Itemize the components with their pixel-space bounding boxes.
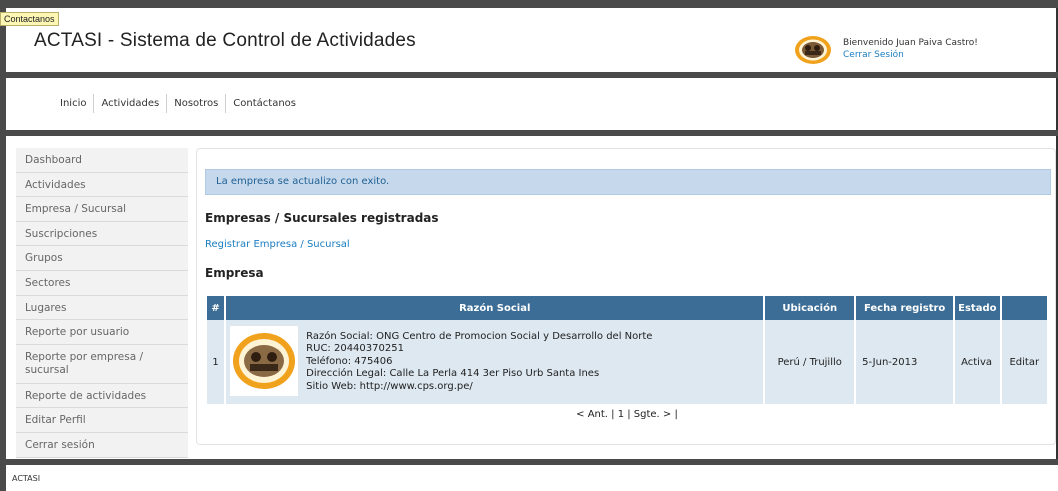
company-telefono: Teléfono: 475406: [306, 355, 393, 367]
body-panel: Dashboard Actividades Empresa / Sucursal…: [6, 136, 1058, 459]
nav-item-actividades[interactable]: Actividades: [93, 94, 166, 113]
row-fecha: 5-Jun-2013: [855, 320, 956, 404]
company-razon: Razón Social: ONG Centro de Promocion So…: [306, 330, 653, 342]
edit-link[interactable]: Editar: [1000, 320, 1047, 404]
sidebar-item-reporte-usuario[interactable]: Reporte por usuario: [16, 320, 188, 345]
header: ACTASI - Sistema de Control de Actividad…: [6, 8, 1058, 72]
row-estado: Activa: [954, 320, 1002, 404]
col-header-razon[interactable]: Razón Social: [225, 296, 766, 320]
footer-text: ACTASI: [12, 474, 41, 483]
col-header-fecha[interactable]: Fecha registro: [855, 296, 956, 320]
nav-item-contactanos[interactable]: Contáctanos: [225, 94, 303, 113]
company-subtitle: Empresa: [205, 266, 264, 280]
nav-item-inicio[interactable]: Inicio: [54, 94, 93, 113]
section-title: Empresas / Sucursales registradas: [205, 211, 439, 225]
footer: ACTASI: [6, 465, 1058, 491]
company-table: # Razón Social Ubicación Fecha registro …: [207, 296, 1047, 404]
sidebar-item-grupos[interactable]: Grupos: [16, 246, 188, 271]
top-nav: Inicio Actividades Nosotros Contáctanos: [6, 78, 1058, 130]
sidebar-item-reporte-empresa[interactable]: Reporte por empresa / sucursal: [16, 344, 188, 384]
company-direccion: Dirección Legal: Calle La Perla 414 3er …: [306, 368, 600, 380]
sidebar-item-lugares[interactable]: Lugares: [16, 295, 188, 321]
contact-tooltip: Contactanos: [0, 12, 59, 26]
col-header-num[interactable]: #: [207, 296, 227, 320]
sidebar-item-dashboard[interactable]: Dashboard: [16, 148, 188, 173]
nav-item-nosotros[interactable]: Nosotros: [166, 94, 225, 113]
app-title: ACTASI - Sistema de Control de Actividad…: [34, 30, 416, 51]
sidebar-item-editar-perfil[interactable]: Editar Perfil: [16, 408, 188, 433]
logout-link[interactable]: Cerrar Sesión: [843, 49, 978, 61]
sidebar-item-empresa-sucursal[interactable]: Empresa / Sucursal: [16, 197, 188, 222]
company-web: Sitio Web: http://www.cps.org.pe/: [306, 380, 473, 392]
main-content: La empresa se actualizo con exito. Empre…: [196, 148, 1056, 445]
table-row: 1 Razón Social: ONG Centro de Promocion …: [207, 320, 1047, 404]
sidebar-item-actividades[interactable]: Actividades: [16, 172, 188, 198]
row-razon-cell: Razón Social: ONG Centro de Promocion So…: [225, 320, 766, 404]
sidebar: Dashboard Actividades Empresa / Sucursal…: [16, 148, 188, 458]
success-alert: La empresa se actualizo con exito.: [205, 169, 1051, 195]
row-ubicacion: Perú / Trujillo: [764, 320, 857, 404]
row-num: 1: [207, 320, 227, 404]
sidebar-item-reporte-actividades[interactable]: Reporte de actividades: [16, 383, 188, 409]
sidebar-item-cerrar-sesion[interactable]: Cerrar sesión: [16, 432, 188, 458]
company-ruc: RUC: 20440370251: [306, 343, 404, 355]
col-header-actions: [1000, 296, 1047, 320]
welcome-block: Bienvenido Juan Paiva Castro! Cerrar Ses…: [843, 37, 978, 61]
pagination[interactable]: < Ant. | 1 | Sgte. > |: [197, 409, 1057, 420]
company-logo-icon: [226, 324, 302, 401]
register-company-link[interactable]: Registrar Empresa / Sucursal: [205, 239, 350, 250]
sidebar-item-sectores[interactable]: Sectores: [16, 270, 188, 296]
col-header-estado[interactable]: Estado: [954, 296, 1002, 320]
sidebar-item-suscripciones[interactable]: Suscripciones: [16, 221, 188, 247]
col-header-ubicacion[interactable]: Ubicación: [764, 296, 857, 320]
org-logo-icon: [794, 35, 832, 69]
welcome-text: Bienvenido Juan Paiva Castro!: [843, 38, 978, 48]
